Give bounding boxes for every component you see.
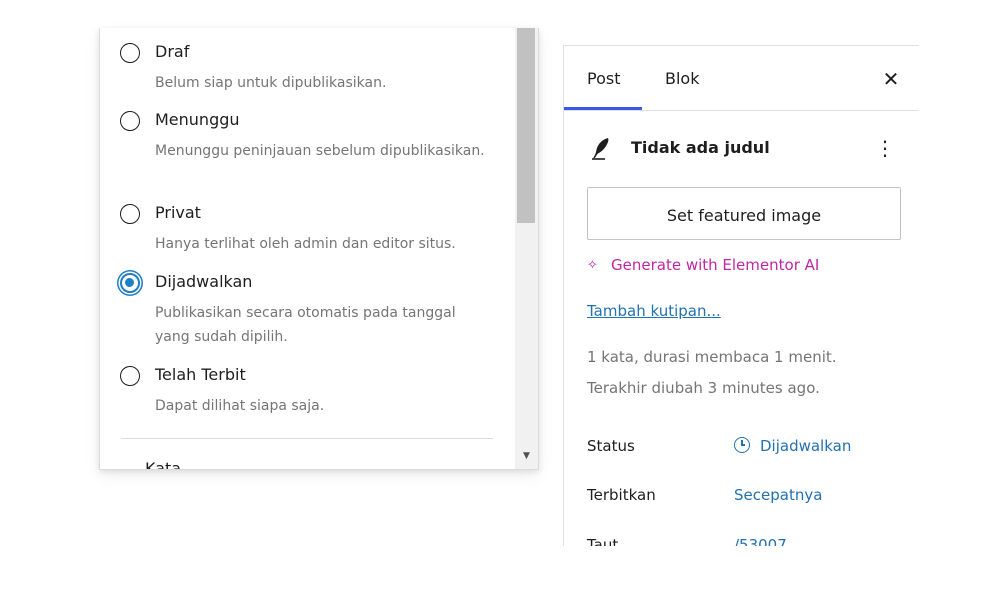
- status-value-label: Dijadwalkan: [760, 437, 852, 455]
- sparkle-icon: ✧: [587, 258, 598, 273]
- ai-link-label: Generate with Elementor AI: [611, 256, 820, 274]
- radio-privat[interactable]: [120, 204, 140, 224]
- slug-row-clipped: Taut /53007: [564, 534, 919, 546]
- last-modified-text: Terakhir diubah 3 minutes ago.: [587, 379, 820, 397]
- feather-icon: [592, 138, 609, 160]
- tab-blok[interactable]: Blok: [665, 69, 699, 88]
- status-option-label: Telah Terbit: [155, 365, 246, 384]
- add-excerpt-link[interactable]: Tambah kutipan...: [587, 302, 721, 320]
- partially-visible-label: Kata: [145, 461, 205, 469]
- settings-sidebar: Post Blok ✕ Tidak ada judul ⋮ Set featur…: [563, 45, 919, 546]
- status-popover: Draf Belum siap untuk dipublikasikan. Me…: [99, 28, 539, 470]
- reading-time-text: 1 kata, durasi membaca 1 menit.: [587, 348, 837, 366]
- status-option-description: Publikasikan secara otomatis pada tangga…: [155, 305, 456, 345]
- document-title: Tidak ada judul: [631, 138, 770, 157]
- radio-telah-terbit[interactable]: [120, 366, 140, 386]
- tab-post[interactable]: Post: [587, 69, 620, 88]
- status-value-button[interactable]: Dijadwalkan: [734, 437, 851, 455]
- clock-icon: [734, 437, 750, 453]
- status-row-label: Status: [587, 437, 635, 455]
- active-tab-indicator: [564, 107, 642, 110]
- sidebar-tabs: Post Blok ✕: [564, 46, 919, 111]
- status-option-label: Privat: [155, 203, 201, 222]
- more-options-icon[interactable]: ⋮: [875, 136, 895, 160]
- document-header: Tidak ada judul ⋮: [587, 136, 907, 162]
- status-option-description: Menunggu peninjauan sebelum dipublikasik…: [155, 143, 485, 159]
- slug-value-link[interactable]: /53007: [734, 536, 787, 546]
- status-option-label: Draf: [155, 42, 190, 61]
- slug-row-label: Taut: [587, 536, 619, 546]
- status-option-label: Dijadwalkan: [155, 272, 253, 291]
- popover-scrollbar[interactable]: ▼: [515, 28, 538, 469]
- set-featured-image-button[interactable]: Set featured image: [587, 187, 901, 240]
- status-option-label: Menunggu: [155, 110, 240, 129]
- radio-dijadwalkan-selected[interactable]: [120, 273, 140, 293]
- radio-menunggu[interactable]: [120, 111, 140, 131]
- status-option-description: Belum siap untuk dipublikasikan.: [155, 75, 387, 91]
- radio-draf[interactable]: [120, 43, 140, 63]
- popover-divider: [121, 438, 493, 439]
- scroll-down-arrow-icon[interactable]: ▼: [515, 452, 538, 461]
- publish-row-label: Terbitkan: [587, 486, 656, 504]
- scrollbar-thumb[interactable]: [517, 28, 535, 223]
- publish-date-button[interactable]: Secepatnya: [734, 486, 822, 504]
- editor-screen: Draf Belum siap untuk dipublikasikan. Me…: [0, 0, 1004, 591]
- close-icon[interactable]: ✕: [878, 66, 904, 92]
- status-option-description: Hanya terlihat oleh admin dan editor sit…: [155, 236, 456, 252]
- generate-elementor-ai-link[interactable]: ✧ Generate with Elementor AI: [587, 256, 819, 274]
- status-option-description: Dapat dilihat siapa saja.: [155, 398, 325, 414]
